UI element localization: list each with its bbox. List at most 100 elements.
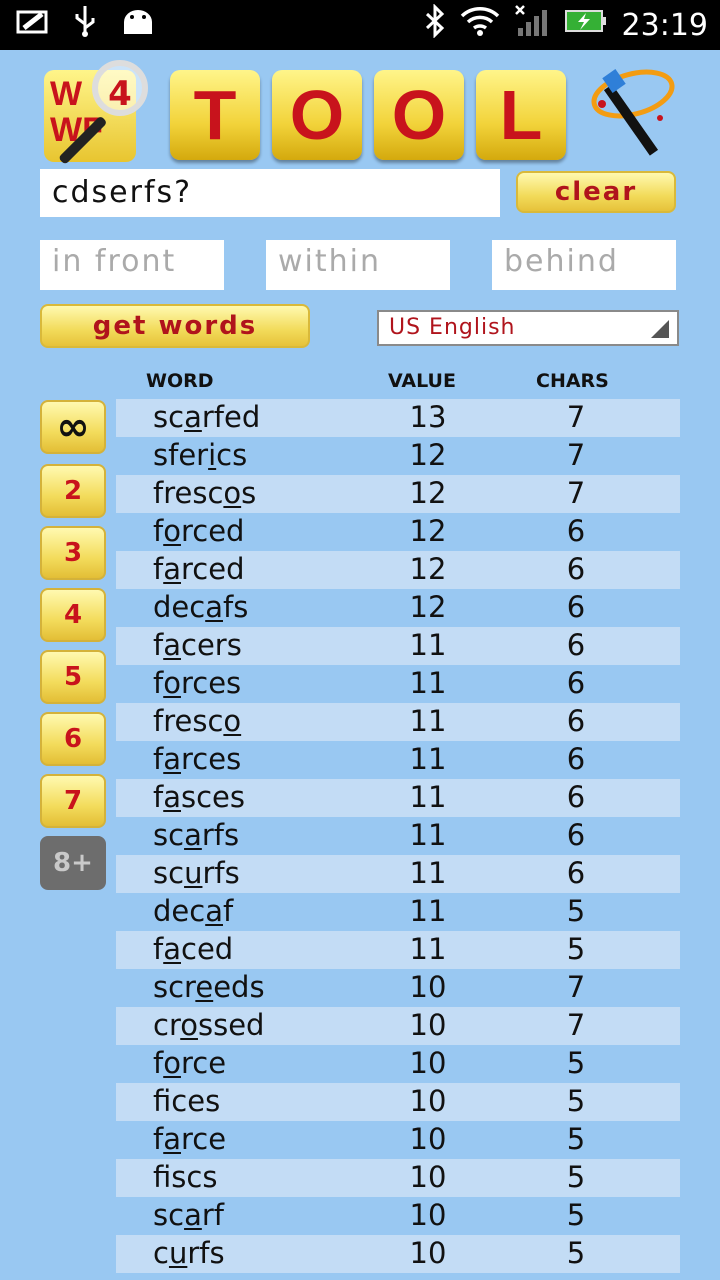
word-suffix: rced: [181, 552, 245, 586]
word-suffix: rfs: [202, 856, 240, 890]
table-row[interactable]: scarfed 13 7: [116, 399, 680, 437]
chars-cell: 6: [566, 780, 586, 814]
table-row[interactable]: fresco 11 6: [116, 703, 680, 741]
chars-cell: 6: [566, 742, 586, 776]
table-row[interactable]: decaf 11 5: [116, 893, 680, 931]
get-words-button[interactable]: get words: [40, 304, 310, 348]
chars-cell: 7: [566, 1008, 586, 1042]
wildcard-letter: a: [163, 628, 181, 662]
in-front-field[interactable]: in front: [40, 240, 224, 290]
table-row[interactable]: forced 12 6: [116, 513, 680, 551]
table-row[interactable]: fasces 11 6: [116, 779, 680, 817]
table-row[interactable]: scurfs 11 6: [116, 855, 680, 893]
word-prefix: sc: [153, 856, 185, 890]
value-cell: 10: [409, 1046, 447, 1080]
word-cell: forces: [153, 665, 241, 701]
word-prefix: f: [153, 1122, 164, 1156]
table-row[interactable]: frescos 12 7: [116, 475, 680, 513]
length-filter-button[interactable]: 6: [40, 712, 106, 766]
word-suffix: ced: [181, 932, 234, 966]
wildcard-letter: a: [163, 552, 181, 586]
table-row[interactable]: faced 11 5: [116, 931, 680, 969]
length-filter-button[interactable]: 4: [40, 588, 106, 642]
table-row[interactable]: curfs 10 5: [116, 1235, 680, 1273]
word-suffix: rces: [181, 742, 242, 776]
table-row[interactable]: facers 11 6: [116, 627, 680, 665]
wildcard-letter: o: [163, 514, 181, 548]
table-row[interactable]: decafs 12 6: [116, 589, 680, 627]
table-row[interactable]: sferics 12 7: [116, 437, 680, 475]
length-filter-button[interactable]: 2: [40, 464, 106, 518]
chars-cell: 5: [566, 1084, 586, 1118]
magnifier-icon: 4: [92, 60, 148, 116]
word-prefix: f: [153, 1046, 164, 1080]
letters-input[interactable]: cdserfs?: [40, 169, 500, 217]
language-value: US English: [389, 315, 516, 340]
length-filter-button[interactable]: 5: [40, 650, 106, 704]
table-row[interactable]: crossed 10 7: [116, 1007, 680, 1045]
word-prefix: f: [153, 666, 164, 700]
table-row[interactable]: screeds 10 7: [116, 969, 680, 1007]
word-cell: farced: [153, 551, 244, 587]
word-prefix: fresc: [153, 476, 224, 510]
word-prefix: sfer: [153, 438, 209, 472]
word-suffix: fs: [222, 590, 249, 624]
value-cell: 10: [409, 1198, 447, 1232]
behind-field[interactable]: behind: [492, 240, 676, 290]
value-cell: 12: [409, 476, 447, 510]
word-suffix: rce: [181, 1122, 227, 1156]
word-cell: force: [153, 1045, 226, 1081]
length-all-button[interactable]: ∞: [40, 400, 106, 454]
word-prefix: f: [153, 780, 164, 814]
word-prefix: f: [153, 514, 164, 548]
chars-cell: 6: [566, 590, 586, 624]
logo-tile: T: [170, 70, 260, 160]
table-row[interactable]: scarf 10 5: [116, 1197, 680, 1235]
wildcard-letter: a: [163, 932, 181, 966]
bluetooth-icon: [424, 3, 446, 46]
table-row[interactable]: force 10 5: [116, 1045, 680, 1083]
word-cell: curfs: [153, 1235, 225, 1271]
value-cell: 10: [409, 1160, 447, 1194]
table-row[interactable]: farce 10 5: [116, 1121, 680, 1159]
gallery-icon: [16, 6, 52, 44]
value-column-header[interactable]: VALUE: [388, 370, 456, 392]
wildcard-letter: u: [168, 1236, 188, 1270]
chars-cell: 6: [566, 552, 586, 586]
table-row[interactable]: fiscs 10 5: [116, 1159, 680, 1197]
table-row[interactable]: fices 10 5: [116, 1083, 680, 1121]
length-filter-button[interactable]: 7: [40, 774, 106, 828]
word-cell: scarfs: [153, 817, 239, 853]
word-column-header[interactable]: WORD: [146, 370, 214, 392]
wildcard-letter: a: [205, 894, 223, 928]
value-cell: 10: [409, 970, 447, 1004]
chars-column-header[interactable]: CHARS: [536, 370, 609, 392]
word-suffix: scs: [171, 1160, 218, 1194]
word-cell: crossed: [153, 1007, 264, 1043]
word-cell: sferics: [153, 437, 247, 473]
table-row[interactable]: farced 12 6: [116, 551, 680, 589]
table-row[interactable]: farces 11 6: [116, 741, 680, 779]
table-row[interactable]: scarfs 11 6: [116, 817, 680, 855]
value-cell: 10: [409, 1008, 447, 1042]
wildcard-letter: o: [223, 476, 242, 510]
word-prefix: fresc: [153, 704, 224, 738]
word-suffix: cers: [181, 628, 242, 662]
wildcard-letter: o: [223, 704, 242, 738]
word-cell: decafs: [153, 589, 248, 625]
app-logo: W WF 4 T O O L: [40, 60, 680, 165]
word-suffix: rce: [180, 1046, 227, 1080]
table-row[interactable]: forces 11 6: [116, 665, 680, 703]
within-field[interactable]: within: [266, 240, 450, 290]
word-cell: fiscs: [153, 1159, 217, 1195]
wildcard-letter: a: [163, 780, 181, 814]
chars-cell: 5: [566, 1160, 586, 1194]
chars-cell: 5: [566, 894, 586, 928]
language-select[interactable]: US English: [377, 310, 679, 346]
value-cell: 12: [409, 552, 447, 586]
length-filter-button[interactable]: 3: [40, 526, 106, 580]
length-filter-button[interactable]: 8+: [40, 836, 106, 890]
word-cell: facers: [153, 627, 242, 663]
value-cell: 11: [409, 818, 447, 852]
clear-button[interactable]: clear: [516, 171, 676, 213]
